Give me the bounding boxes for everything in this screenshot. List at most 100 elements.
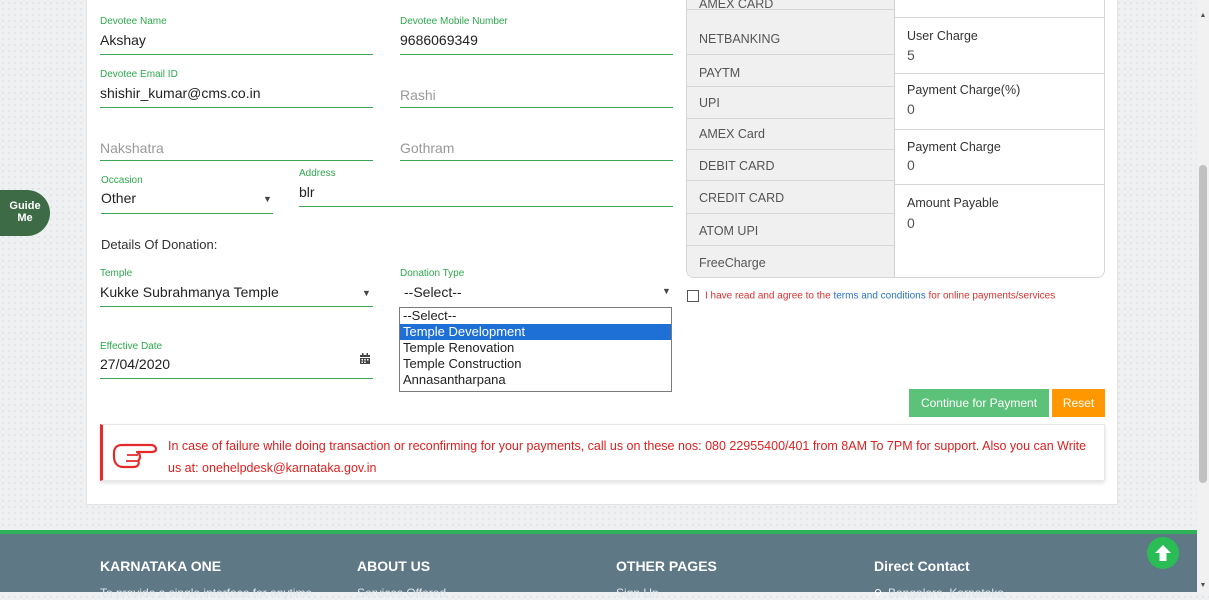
devotee-name-field[interactable]: Devotee Name Akshay: [100, 16, 373, 56]
location-pin-icon: ⚲: [874, 588, 883, 600]
support-notice-text: In case of failure while doing transacti…: [168, 439, 1087, 475]
donation-type-value: --Select--: [404, 284, 462, 300]
payment-table: AMEX CARD NETBANKING PAYTM UPI AMEX Card…: [686, 0, 1105, 278]
footer-about-title: ABOUT US: [357, 558, 431, 574]
dropdown-option[interactable]: Annasantharpana: [400, 372, 671, 388]
donation-type-options[interactable]: --Select-- Temple Development Temple Ren…: [399, 307, 672, 392]
payment-method-amex-card[interactable]: AMEX CARD: [687, 0, 894, 11]
nakshatra-input[interactable]: Nakshatra: [100, 138, 373, 162]
amount-payable-label: Amount Payable: [907, 196, 999, 210]
payment-method-credit-card[interactable]: CREDIT CARD: [687, 181, 894, 214]
dropdown-option[interactable]: --Select--: [400, 308, 671, 324]
payment-method-freecharge[interactable]: FreeCharge: [687, 246, 894, 277]
payment-charge-label: Payment Charge: [907, 140, 1001, 154]
payment-charge-pct-row: Payment Charge(%) 0: [895, 73, 1104, 130]
footer-contact-address: Bangalore, Karnataka: [888, 586, 1005, 600]
scroll-down-arrow-icon[interactable]: ▼: [1199, 582, 1207, 589]
user-charge-label: User Charge: [907, 29, 978, 43]
footer-karnataka-one-text: To provide a single interface for anytim…: [100, 586, 313, 600]
scroll-up-arrow-icon[interactable]: ▲: [1199, 12, 1207, 19]
occasion-label: Occasion: [101, 175, 143, 186]
devotee-mobile-underline: [400, 54, 673, 55]
temple-underline: [100, 306, 373, 307]
effective-date-label: Effective Date: [100, 341, 163, 352]
terms-checkbox[interactable]: [687, 290, 699, 302]
rashi-input[interactable]: Rashi: [400, 85, 673, 109]
gothram-underline: [400, 160, 673, 161]
scrollbar-thumb[interactable]: [1199, 165, 1207, 483]
address-label: Address: [299, 168, 336, 179]
donation-section-title: Details Of Donation:: [101, 237, 218, 252]
gothram-placeholder: Gothram: [400, 140, 455, 156]
footer-services-link[interactable]: Services Offered: [357, 586, 446, 600]
amount-payable-value: 0: [907, 215, 915, 231]
payment-charge-pct-value: 0: [907, 101, 915, 117]
devotee-mobile-value: 9686069349: [400, 32, 478, 48]
effective-date-field[interactable]: Effective Date 27/04/2020: [100, 341, 373, 381]
calendar-icon[interactable]: [359, 352, 371, 364]
footer-other-pages-title: OTHER PAGES: [616, 558, 717, 574]
terms-agreement: I have read and agree to the terms and c…: [687, 290, 1055, 302]
payment-method-upi[interactable]: UPI: [687, 87, 894, 119]
user-charge-value: 5: [907, 47, 915, 63]
devotee-mobile-label: Devotee Mobile Number: [400, 16, 508, 27]
payment-methods-list: AMEX CARD NETBANKING PAYTM UPI AMEX Card…: [687, 0, 895, 277]
effective-date-value: 27/04/2020: [100, 356, 171, 372]
devotee-email-field[interactable]: Devotee Email ID shishir_kumar@cms.co.in: [100, 69, 373, 109]
occasion-underline: [101, 213, 273, 214]
temple-select[interactable]: Temple Kukke Subrahmanya Temple ▼: [100, 268, 373, 308]
charges-top-row: [895, 0, 1104, 18]
nakshatra-placeholder: Nakshatra: [100, 140, 164, 156]
donation-type-select[interactable]: Donation Type --Select-- ▼: [400, 268, 673, 304]
payment-charge-row: Payment Charge 0: [895, 129, 1104, 185]
chevron-down-icon: ▼: [362, 288, 371, 298]
devotee-mobile-field[interactable]: Devotee Mobile Number 9686069349: [400, 16, 673, 56]
temple-value: Kukke Subrahmanya Temple: [100, 284, 279, 300]
dropdown-option-highlighted[interactable]: Temple Development: [400, 324, 671, 340]
donation-type-label: Donation Type: [400, 268, 465, 279]
payment-method-amex-card-2[interactable]: AMEX Card: [687, 119, 894, 150]
payment-charge-value: 0: [907, 157, 915, 173]
devotee-email-label: Devotee Email ID: [100, 69, 178, 80]
dropdown-option[interactable]: Temple Renovation: [400, 340, 671, 356]
devotee-email-value: shishir_kumar@cms.co.in: [100, 85, 261, 101]
rashi-underline: [400, 107, 673, 108]
temple-label: Temple: [100, 268, 133, 279]
gothram-input[interactable]: Gothram: [400, 138, 673, 162]
footer-contact-title: Direct Contact: [874, 558, 970, 574]
devotee-name-label: Devotee Name: [100, 16, 167, 27]
reset-button[interactable]: Reset: [1052, 389, 1105, 417]
guide-me-line2: Me: [17, 212, 33, 224]
payment-method-debit-card[interactable]: DEBIT CARD: [687, 150, 894, 181]
arrow-up-icon: [1155, 545, 1171, 561]
chevron-down-icon: ▼: [263, 194, 272, 204]
devotee-name-value: Akshay: [100, 32, 146, 48]
continue-payment-button[interactable]: Continue for Payment: [909, 389, 1049, 417]
footer-signup-link[interactable]: Sign Up: [616, 586, 659, 600]
devotee-email-underline: [100, 107, 373, 108]
charges-panel: User Charge 5 Payment Charge(%) 0 Paymen…: [895, 0, 1104, 277]
occasion-select[interactable]: Occasion Other ▼: [101, 175, 273, 215]
address-value: blr: [299, 184, 315, 200]
nakshatra-underline: [100, 160, 373, 161]
payment-charge-pct-label: Payment Charge(%): [907, 83, 1021, 97]
address-underline: [299, 206, 673, 207]
terms-text-post: for online payments/services: [925, 290, 1056, 302]
payment-method-netbanking[interactable]: NETBANKING: [687, 24, 894, 55]
user-charge-row: User Charge 5: [895, 17, 1104, 74]
pointing-hand-icon: [111, 435, 159, 471]
footer-karnataka-one-title: KARNATAKA ONE: [100, 558, 222, 574]
guide-me-line1: Guide: [9, 200, 41, 212]
effective-date-underline: [100, 378, 373, 379]
occasion-value: Other: [101, 190, 137, 206]
terms-link[interactable]: terms and conditions: [833, 291, 925, 302]
payment-method-atom-upi[interactable]: ATOM UPI: [687, 214, 894, 246]
amount-payable-row: Amount Payable 0: [895, 184, 1104, 277]
guide-me-button[interactable]: Guide Me: [0, 190, 50, 236]
terms-text-pre: I have read and agree to the: [705, 290, 834, 302]
chevron-down-icon: ▼: [662, 286, 671, 296]
address-field[interactable]: Address blr: [299, 168, 673, 208]
scroll-to-top-button[interactable]: [1147, 537, 1179, 569]
payment-method-paytm[interactable]: PAYTM: [687, 55, 894, 87]
dropdown-option[interactable]: Temple Construction: [400, 356, 671, 372]
